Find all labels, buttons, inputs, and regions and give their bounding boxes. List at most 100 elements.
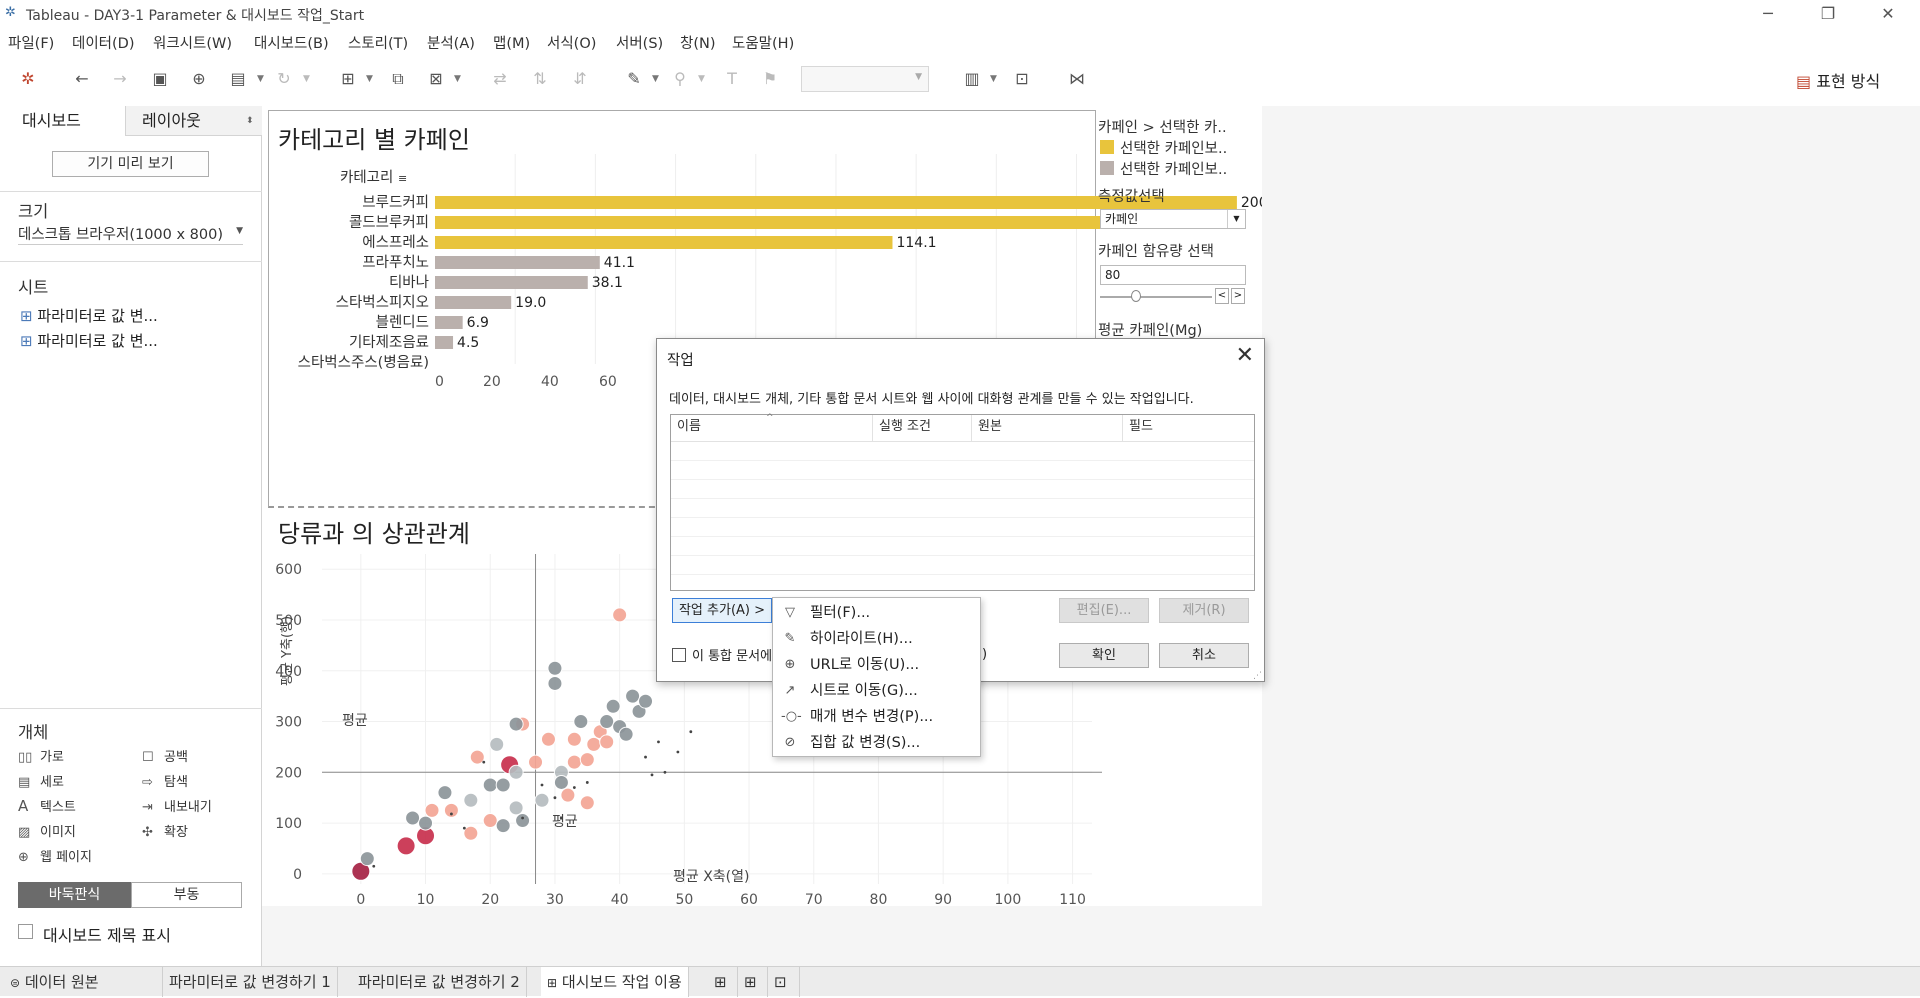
menu-item-go-to-sheet[interactable]: ↗ 시트로 이동(G)...: [773, 678, 980, 704]
tiled-toggle[interactable]: 바둑판식: [18, 882, 131, 908]
bar-category-label[interactable]: 에스프레소: [362, 234, 429, 251]
scatter-small-point[interactable]: [657, 740, 660, 744]
scatter-point[interactable]: [599, 734, 615, 750]
scatter-point[interactable]: [540, 731, 556, 747]
bar-mark[interactable]: [435, 276, 588, 289]
scatter-point[interactable]: [418, 815, 434, 831]
object-horizontal[interactable]: ▯▯ 가로: [18, 746, 64, 765]
scatter-point[interactable]: [396, 836, 416, 856]
scatter-small-point[interactable]: [663, 770, 667, 774]
legend-item-label[interactable]: 선택한 카페인보..: [1120, 158, 1227, 179]
bar-mark[interactable]: [435, 256, 600, 269]
scatter-point[interactable]: [469, 749, 485, 765]
scatter-point[interactable]: [463, 825, 479, 841]
scatter-point[interactable]: [424, 802, 440, 818]
share-icon[interactable]: ⋈: [1065, 67, 1089, 91]
duplicate-icon[interactable]: ⧉: [386, 67, 410, 91]
fit-icon[interactable]: ▥: [960, 67, 984, 91]
minimize-icon[interactable]: ─: [1748, 2, 1788, 26]
scatter-point[interactable]: [515, 813, 531, 829]
menu-item-change-set[interactable]: ⊘ 집합 값 변경(S)...: [773, 730, 980, 756]
bar-mark[interactable]: [435, 296, 512, 309]
scatter-point[interactable]: [359, 851, 375, 867]
bar-category-label[interactable]: 콜드브루커피: [349, 214, 429, 231]
menu-item-filter[interactable]: ▽ 필터(F)...: [773, 600, 980, 626]
swap-icon[interactable]: ⇄: [488, 67, 512, 91]
scatter-point[interactable]: [534, 792, 550, 808]
scatter-point[interactable]: [579, 752, 595, 768]
fit-dropdown-icon[interactable]: ▼: [990, 67, 997, 91]
scatter-point[interactable]: [612, 607, 628, 623]
floating-toggle[interactable]: 부동: [131, 882, 242, 908]
sheet-item[interactable]: ⊞ 파라미터로 값 변...: [20, 330, 158, 351]
scatter-point[interactable]: [482, 777, 498, 793]
new-story-tab-icon[interactable]: ⊡: [768, 967, 800, 997]
scatter-small-point[interactable]: [644, 755, 647, 759]
menu-map[interactable]: 맵(M): [493, 32, 530, 53]
bar-category-label[interactable]: 기타제조음료: [349, 334, 429, 351]
object-extension[interactable]: ✣ 확장: [142, 821, 188, 840]
measure-select-dropdown[interactable]: 카페인 ▼: [1100, 209, 1246, 229]
bar-category-label[interactable]: 스타벅스주스(병음료): [298, 354, 429, 371]
show-me-button[interactable]: ▤ 표현 방식: [1796, 68, 1880, 92]
tableau-logo-icon[interactable]: ✲: [16, 67, 40, 91]
highlight-icon[interactable]: ✎: [622, 67, 646, 91]
menu-analysis[interactable]: 분석(A): [427, 32, 475, 53]
ok-button[interactable]: 확인: [1059, 643, 1149, 668]
new-dashboard-tab-icon[interactable]: ⊞: [738, 967, 768, 997]
save-icon[interactable]: ▣: [148, 67, 172, 91]
caffeine-param-input[interactable]: 80: [1100, 265, 1246, 285]
tab-sheet-1[interactable]: 파라미터로 값 변경하기 1: [163, 967, 338, 997]
highlight-dropdown-icon[interactable]: ▼: [652, 67, 659, 91]
device-preview-button[interactable]: 기기 미리 보기: [52, 151, 209, 177]
menu-item-change-parameter[interactable]: -○- 매개 변수 변경(P)...: [773, 704, 980, 730]
pin-icon[interactable]: ⚑: [758, 67, 782, 91]
refresh-dropdown-icon[interactable]: ▼: [303, 67, 310, 91]
col-header-trigger[interactable]: 실행 조건: [873, 415, 972, 441]
sheet-item[interactable]: ⊞ 파라미터로 값 변...: [20, 305, 158, 326]
menu-dashboard[interactable]: 대시보드(B): [254, 32, 329, 53]
new-worksheet-icon[interactable]: ⊞: [336, 67, 360, 91]
bar-mark[interactable]: [435, 236, 893, 249]
scatter-small-point[interactable]: [650, 773, 654, 777]
scatter-point[interactable]: [618, 726, 634, 742]
close-icon[interactable]: ✕: [1868, 2, 1908, 26]
presentation-icon[interactable]: ⊡: [1010, 67, 1034, 91]
scatter-small-point[interactable]: [689, 730, 693, 734]
scatter-small-point[interactable]: [462, 826, 466, 830]
bar-category-label[interactable]: 브루드커피: [362, 194, 429, 211]
scatter-small-point[interactable]: [521, 816, 524, 820]
label-icon[interactable]: T: [720, 67, 744, 91]
scatter-small-point[interactable]: [482, 760, 486, 764]
tab-layout[interactable]: 레이아웃: [142, 106, 201, 136]
scatter-point[interactable]: [437, 785, 453, 801]
size-dropdown[interactable]: 데스크톱 브라우저(1000 x 800) ▼: [18, 223, 243, 245]
menu-item-highlight[interactable]: ✎ 하이라이트(H)...: [773, 626, 980, 652]
menu-file[interactable]: 파일(F): [8, 32, 54, 53]
redo-icon[interactable]: →: [108, 67, 132, 91]
scatter-point[interactable]: [560, 787, 576, 803]
scatter-small-point[interactable]: [585, 781, 589, 784]
col-header-fields[interactable]: 필드: [1123, 415, 1254, 441]
scatter-point[interactable]: [482, 813, 498, 829]
tab-datasource[interactable]: ⊜ 데이터 원본: [0, 967, 163, 997]
bar-category-label[interactable]: 프라푸치노: [362, 254, 429, 271]
new-datasource-icon[interactable]: ⊕: [187, 67, 211, 91]
tab-dashboard-actions[interactable]: ⊞ 대시보드 작업 이용: [541, 967, 689, 997]
sort-asc-icon[interactable]: ⇅: [528, 67, 552, 91]
scatter-point[interactable]: [586, 736, 602, 752]
scatter-point[interactable]: [573, 714, 589, 730]
remove-button[interactable]: 제거(R): [1159, 598, 1249, 623]
menu-data[interactable]: 데이터(D): [72, 32, 135, 53]
scatter-point[interactable]: [579, 795, 595, 811]
scatter-point[interactable]: [566, 754, 582, 770]
scatter-point[interactable]: [489, 736, 505, 752]
scatter-small-point[interactable]: [572, 786, 576, 789]
show-workbook-checkbox[interactable]: [672, 648, 686, 662]
scatter-point[interactable]: [599, 714, 615, 730]
menu-story[interactable]: 스토리(T): [348, 32, 408, 53]
scatter-point[interactable]: [547, 660, 563, 676]
legend-item-label[interactable]: 선택한 카페인보..: [1120, 137, 1227, 158]
object-blank[interactable]: ☐ 공백: [142, 746, 188, 765]
new-sheet-dropdown-icon[interactable]: ▼: [366, 67, 373, 91]
